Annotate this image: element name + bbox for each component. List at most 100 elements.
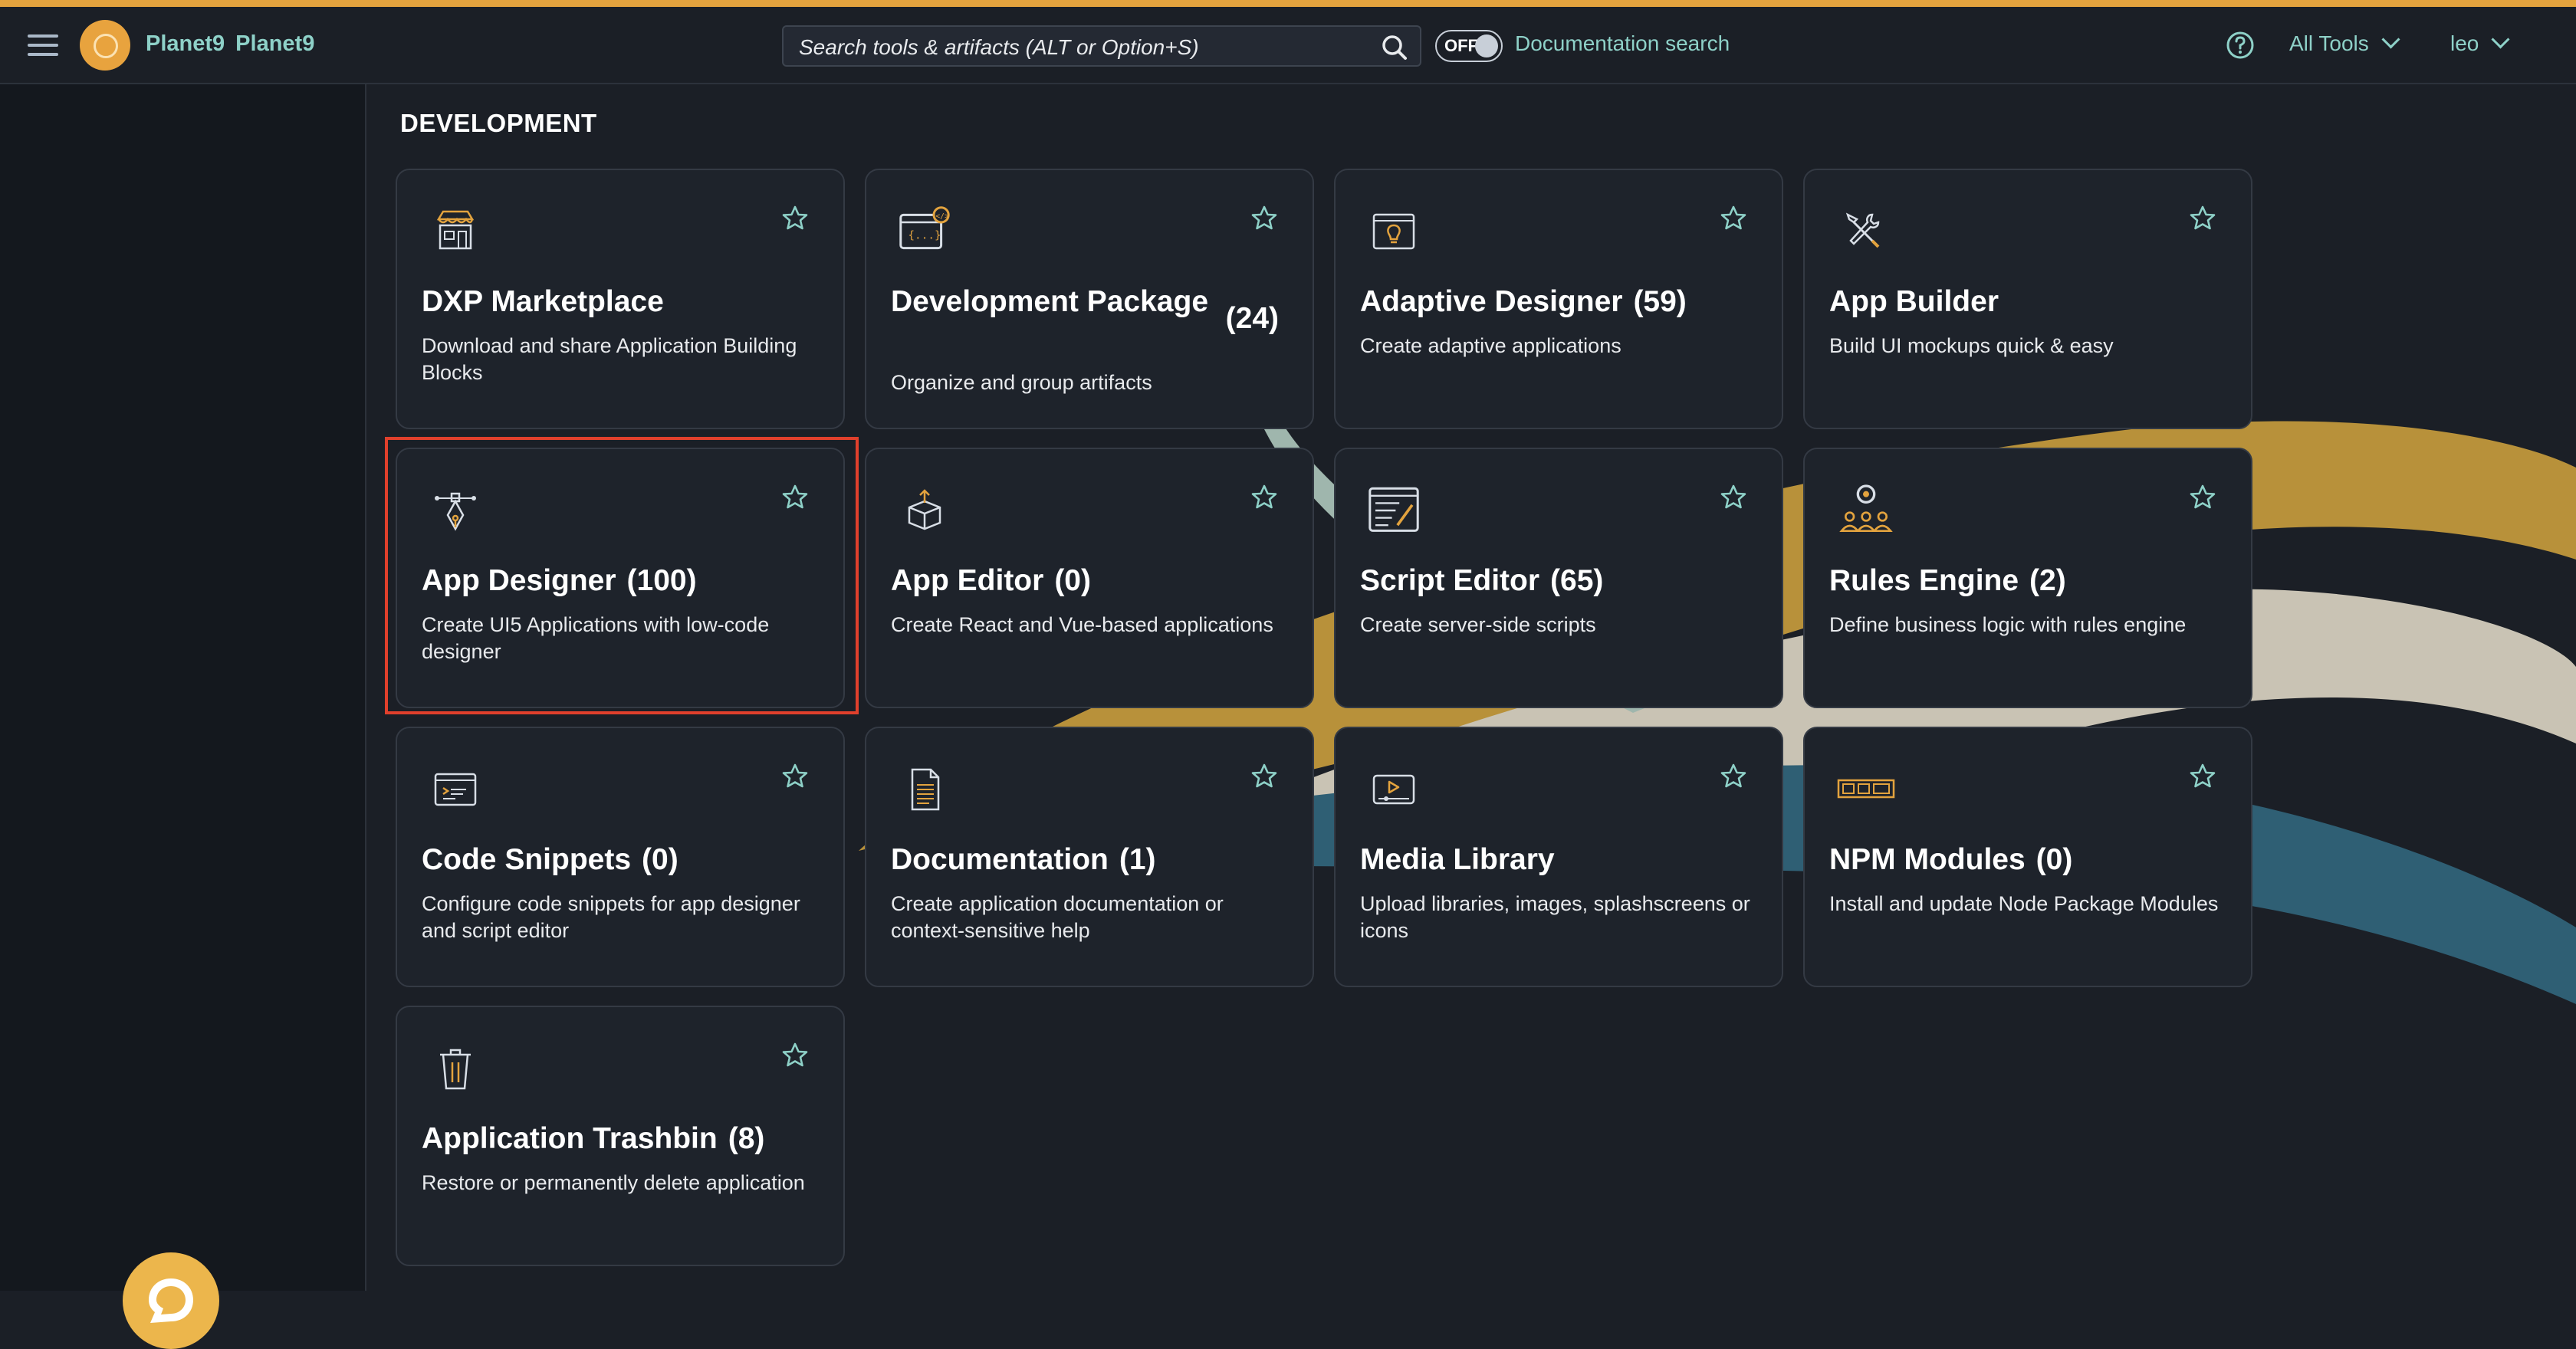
tile-description: Download and share Application Building … xyxy=(422,334,797,384)
favorite-star-icon[interactable] xyxy=(780,483,810,512)
favorite-star-icon[interactable] xyxy=(1250,204,1279,233)
box-icon xyxy=(908,489,941,530)
brand-name-1: Planet9 xyxy=(146,31,225,56)
tile-title-text: Script Editor xyxy=(1360,564,1540,597)
npm-icon xyxy=(1837,779,1895,799)
tile-count: (0) xyxy=(2036,843,2073,876)
tile-rules-engine[interactable]: Rules Engine (2) Define business logic wi… xyxy=(1803,448,2252,708)
tile-title-text: App Editor xyxy=(891,564,1044,597)
code-window-icon xyxy=(434,773,477,806)
menu-icon[interactable] xyxy=(28,34,58,59)
tile-title: Code Snippets (0) xyxy=(422,842,820,878)
tile-description: Create UI5 Applications with low-code de… xyxy=(422,613,770,663)
tile-title-text: App Builder xyxy=(1829,285,1999,318)
svg-text:{...}: {...} xyxy=(908,230,941,242)
tile-count: (24) xyxy=(1225,302,1279,335)
documentation-search-label[interactable]: Documentation search xyxy=(1515,31,1730,56)
favorite-star-icon[interactable] xyxy=(2188,762,2217,791)
tile-description: Define business logic with rules engine xyxy=(1829,613,2187,636)
tile-title-text: DXP Marketplace xyxy=(422,285,664,318)
tile-title: DXP Marketplace xyxy=(422,284,820,320)
tile-title-text: Adaptive Designer xyxy=(1360,285,1623,318)
tile-npm-modules[interactable]: NPM Modules (0) Install and update Node P… xyxy=(1803,727,2252,987)
help-icon[interactable] xyxy=(2225,30,2256,61)
accent-top-bar xyxy=(0,0,2576,7)
svg-text:</>: </> xyxy=(935,212,949,221)
tile-count: (65) xyxy=(1550,564,1604,597)
tile-description: Build UI mockups quick & easy xyxy=(1829,334,2114,357)
tile-adaptive-designer[interactable]: Adaptive Designer (59) Create adaptive ap… xyxy=(1334,169,1783,429)
shell-bar: Planet9Planet9 OFF Documentation search … xyxy=(0,7,2576,84)
script-icon xyxy=(1368,487,1419,532)
toggle-state: OFF xyxy=(1444,36,1478,55)
tile-documentation[interactable]: Documentation (1) Create application docu… xyxy=(865,727,1314,987)
tile-description: Configure code snippets for app designer… xyxy=(422,892,800,942)
adaptive-designer-icon xyxy=(1372,213,1415,250)
brand-name-2: Planet9 xyxy=(235,31,315,56)
tile-app-builder[interactable]: App Builder Build UI mockups quick & eas… xyxy=(1803,169,2252,429)
tile-script-editor[interactable]: Script Editor (65) Create server-side scr… xyxy=(1334,448,1783,708)
marketplace-icon xyxy=(436,210,475,250)
section-title: DEVELOPMENT xyxy=(400,109,597,137)
tile-title: App Designer (100) xyxy=(422,563,820,599)
favorite-star-icon[interactable] xyxy=(2188,483,2217,512)
rules-icon xyxy=(1839,484,1893,532)
favorite-star-icon[interactable] xyxy=(780,762,810,791)
chat-button[interactable] xyxy=(123,1252,219,1349)
main-content: DEVELOPMENT DXP Marketplace Download and… xyxy=(368,84,2576,1291)
favorite-star-icon[interactable] xyxy=(2188,204,2217,233)
chevron-down-icon xyxy=(2491,30,2510,49)
tile-title: Application Trashbin (8) xyxy=(422,1121,820,1157)
tile-description: Organize and group artifacts xyxy=(891,371,1152,394)
tile-title: App Editor (0) xyxy=(891,563,1290,599)
search-input[interactable] xyxy=(797,33,1368,62)
favorite-star-icon[interactable] xyxy=(1719,483,1748,512)
tile-title: Rules Engine (2) xyxy=(1829,563,2228,599)
brand-title: Planet9 Planet9 xyxy=(146,31,325,57)
tile-description: Create adaptive applications xyxy=(1360,334,1622,357)
tile-title-text: Rules Engine xyxy=(1829,564,2019,597)
tile-count: (0) xyxy=(1054,564,1091,597)
search-icon[interactable] xyxy=(1380,33,1409,62)
tile-description: Install and update Node Package Modules xyxy=(1829,892,2219,915)
all-tools-label: All Tools xyxy=(2289,31,2369,55)
favorite-star-icon[interactable] xyxy=(1250,483,1279,512)
tile-title-text: Application Trashbin xyxy=(422,1122,718,1155)
tile-app-designer[interactable]: App Designer (100) Create UI5 Application… xyxy=(396,448,845,708)
favorite-star-icon[interactable] xyxy=(1719,204,1748,233)
favorite-star-icon[interactable] xyxy=(1250,762,1279,791)
favorite-star-icon[interactable] xyxy=(1719,762,1748,791)
tile-development-package[interactable]: {...} </> Development Package (24) Organi… xyxy=(865,169,1314,429)
tile-application-trashbin[interactable]: Application Trashbin (8) Restore or perma… xyxy=(396,1006,845,1266)
toggle-knob xyxy=(1475,34,1498,57)
package-icon: {...} </> xyxy=(899,206,950,250)
document-icon xyxy=(911,768,940,811)
tile-media-library[interactable]: Media Library Upload libraries, images, … xyxy=(1334,727,1783,987)
tile-title: App Builder xyxy=(1829,284,2228,320)
tile-title-text: App Designer xyxy=(422,564,616,597)
pen-tool-icon xyxy=(435,492,476,531)
tile-title: Development Package xyxy=(891,285,1209,318)
all-tools-dropdown[interactable]: All Tools xyxy=(2289,30,2400,56)
tile-app-editor[interactable]: App Editor (0) Create React and Vue-based… xyxy=(865,448,1314,708)
favorite-star-icon[interactable] xyxy=(780,204,810,233)
tile-description: Create server-side scripts xyxy=(1360,613,1596,636)
documentation-search-toggle[interactable]: OFF xyxy=(1435,30,1503,62)
tile-title: Script Editor (65) xyxy=(1360,563,1759,599)
tile-title-text: Documentation xyxy=(891,843,1109,876)
tile-title-text: Code Snippets xyxy=(422,843,632,876)
planet9-logo[interactable] xyxy=(80,20,130,71)
tile-count: (1) xyxy=(1119,843,1156,876)
tile-code-snippets[interactable]: Code Snippets (0) Configure code snippets… xyxy=(396,727,845,987)
tile-description: Create application documentation or cont… xyxy=(891,892,1224,942)
tile-description: Create React and Vue-based applications xyxy=(891,613,1273,636)
tools-icon xyxy=(1845,212,1880,248)
favorite-star-icon[interactable] xyxy=(780,1041,810,1070)
sidebar xyxy=(0,84,366,1349)
tile-dxp-marketplace[interactable]: DXP Marketplace Download and share Appli… xyxy=(396,169,845,429)
tile-title: Adaptive Designer (59) xyxy=(1360,284,1759,320)
tile-title-text: NPM Modules xyxy=(1829,843,2026,876)
chevron-down-icon xyxy=(2381,30,2400,49)
user-name: leo xyxy=(2450,31,2479,55)
user-menu[interactable]: leo xyxy=(2450,30,2510,56)
